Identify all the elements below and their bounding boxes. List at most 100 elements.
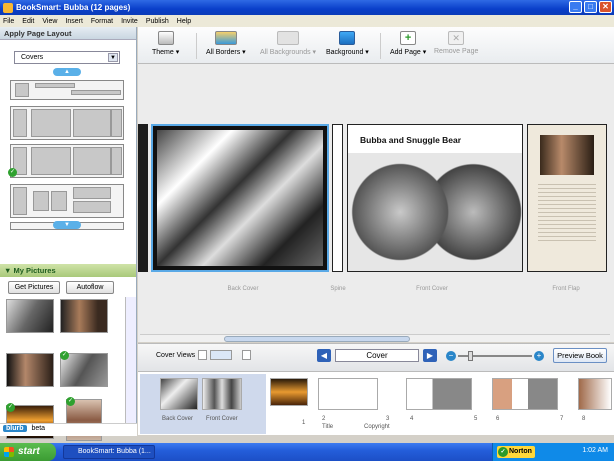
spread-view-icon[interactable] bbox=[210, 350, 232, 360]
start-button[interactable]: start bbox=[0, 443, 56, 461]
page-title-label: Title bbox=[322, 424, 334, 430]
front-flap-photo[interactable] bbox=[540, 135, 594, 175]
all-borders-label: All Borders ▾ bbox=[206, 49, 246, 56]
borders-icon bbox=[214, 31, 237, 45]
menu-edit[interactable]: Edit bbox=[22, 18, 34, 25]
menu-file[interactable]: File bbox=[3, 18, 14, 25]
page-filmstrip: Back Cover Front Cover 1 2 Title 3 Copyr… bbox=[138, 371, 614, 435]
clock: 1:02 AM bbox=[582, 447, 608, 454]
all-backgrounds-button[interactable]: All Backgrounds ▾ bbox=[260, 31, 316, 56]
menu-invite[interactable]: Invite bbox=[121, 18, 138, 25]
menu-format[interactable]: Format bbox=[91, 18, 113, 25]
check-icon: ✓ bbox=[66, 397, 75, 406]
front-cover[interactable]: Bubba and Snuggle Bear bbox=[347, 124, 523, 272]
back-cover[interactable] bbox=[151, 124, 329, 272]
maximize-button[interactable]: □ bbox=[584, 1, 597, 13]
backgrounds-icon bbox=[277, 31, 300, 45]
previous-page-button[interactable]: ◀ bbox=[317, 349, 331, 362]
layout-select[interactable]: Covers ▼ bbox=[14, 51, 120, 64]
single-view-icon[interactable] bbox=[198, 350, 207, 360]
page-number: 6 bbox=[496, 416, 500, 422]
preview-book-button[interactable]: Preview Book bbox=[553, 348, 607, 363]
zoom-slider-knob[interactable] bbox=[468, 351, 473, 361]
norton-label: Norton bbox=[509, 448, 532, 455]
all-borders-button[interactable]: All Borders ▾ bbox=[206, 31, 246, 56]
page-thumbnail-4-5[interactable] bbox=[406, 378, 472, 410]
add-page-button[interactable]: + Add Page ▾ bbox=[390, 31, 426, 56]
canvas-horizontal-scrollbar[interactable] bbox=[140, 334, 610, 342]
layouts-scroll-down-button[interactable]: ▼ bbox=[53, 221, 81, 229]
front-flap[interactable] bbox=[527, 124, 607, 272]
page-number: 8 bbox=[582, 416, 586, 422]
book-title[interactable]: Bubba and Snuggle Bear bbox=[360, 135, 461, 145]
page-number: 5 bbox=[474, 416, 478, 422]
add-page-label: Add Page ▾ bbox=[390, 49, 427, 56]
current-page-field[interactable]: Cover bbox=[335, 349, 419, 362]
taskbar-item-booksmart[interactable]: BookSmart: Bubba (1... bbox=[63, 445, 155, 459]
menu-publish[interactable]: Publish bbox=[146, 18, 169, 25]
menu-insert[interactable]: Insert bbox=[65, 18, 83, 25]
close-button[interactable]: ✕ bbox=[599, 1, 612, 13]
remove-page-icon: ✕ bbox=[448, 31, 465, 45]
theme-button[interactable]: Theme ▾ bbox=[152, 31, 179, 56]
toolbar: Theme ▾ All Borders ▾ All Backgrounds ▾ … bbox=[138, 27, 614, 64]
picture-thumbnail[interactable] bbox=[6, 299, 54, 333]
front-flap-caption: Front Flap bbox=[552, 286, 580, 292]
layout-option[interactable] bbox=[10, 184, 124, 218]
blurb-logo: blurb bbox=[3, 425, 27, 432]
menu-help[interactable]: Help bbox=[177, 18, 191, 25]
my-pictures-label: My Pictures bbox=[13, 266, 56, 275]
check-icon: ✓ bbox=[8, 168, 17, 177]
page-thumbnail-8[interactable] bbox=[578, 378, 612, 410]
spine[interactable] bbox=[332, 124, 343, 272]
page-thumbnail-1[interactable] bbox=[270, 378, 308, 406]
title-bar: BookSmart: Bubba (12 pages) _ □ ✕ bbox=[0, 0, 614, 15]
get-pictures-button[interactable]: Get Pictures bbox=[8, 281, 60, 294]
background-button[interactable]: Background ▾ bbox=[326, 31, 369, 56]
layout-option[interactable] bbox=[10, 106, 124, 140]
front-cover-caption: Front Cover bbox=[416, 286, 448, 292]
layout-grid: ✓ bbox=[8, 80, 124, 230]
remove-page-button[interactable]: ✕ Remove Page bbox=[434, 31, 478, 55]
all-backgrounds-label: All Backgrounds ▾ bbox=[260, 49, 317, 56]
background-icon bbox=[339, 31, 356, 45]
page-copyright-label: Copyright bbox=[364, 424, 390, 430]
grid-view-icon[interactable] bbox=[242, 350, 251, 360]
page-number: 4 bbox=[410, 416, 414, 422]
picture-thumbnail[interactable] bbox=[60, 299, 108, 333]
back-cover-caption: Back Cover bbox=[227, 286, 259, 292]
zoom-out-icon[interactable]: − bbox=[446, 351, 456, 361]
front-flap-text bbox=[538, 181, 596, 241]
navigation-strip: Cover Views ◀ Cover ▶ − + Preview Book bbox=[138, 343, 614, 371]
zoom-slider[interactable] bbox=[458, 351, 532, 361]
minimize-button[interactable]: _ bbox=[569, 1, 582, 13]
apply-page-layout-header: Apply Page Layout bbox=[0, 27, 136, 40]
pictures-scrollbar[interactable] bbox=[125, 297, 136, 423]
layout-option-selected[interactable] bbox=[10, 144, 124, 178]
page-thumbnail-2-3[interactable] bbox=[318, 378, 378, 410]
norton-tray-item[interactable]: ✓ Norton bbox=[497, 446, 535, 458]
picture-thumbnail[interactable] bbox=[6, 353, 54, 387]
windows-logo-icon bbox=[4, 447, 14, 457]
menu-view[interactable]: View bbox=[42, 18, 57, 25]
left-panel: Apply Page Layout Covers ▼ ▲ ✓ ▼ ▼ My Pi… bbox=[0, 27, 137, 441]
layouts-scroll-up-button[interactable]: ▲ bbox=[53, 68, 81, 76]
back-cover-photo[interactable] bbox=[157, 130, 323, 266]
theme-label: Theme ▾ bbox=[152, 49, 180, 56]
chevron-down-icon: ▼ bbox=[108, 53, 118, 62]
filmstrip-back-cover-label: Back Cover bbox=[162, 416, 194, 422]
zoom-in-icon[interactable]: + bbox=[534, 351, 544, 361]
scrollbar-thumb[interactable] bbox=[224, 336, 410, 342]
page-thumbnail-6-7[interactable] bbox=[492, 378, 558, 410]
next-page-button[interactable]: ▶ bbox=[423, 349, 437, 362]
start-label: start bbox=[18, 446, 40, 457]
front-cover-photo[interactable] bbox=[348, 153, 522, 271]
blurb-branding: blurb beta bbox=[0, 423, 137, 436]
taskbar: start BookSmart: Bubba (1... ✓ Norton 1:… bbox=[0, 443, 614, 461]
layout-option[interactable] bbox=[10, 80, 124, 100]
autoflow-button[interactable]: Autoflow bbox=[66, 281, 114, 294]
front-cover-thumbnail[interactable] bbox=[202, 378, 242, 410]
page-number: 1 bbox=[302, 420, 306, 426]
my-pictures-header[interactable]: ▼ My Pictures bbox=[0, 264, 136, 277]
back-cover-thumbnail[interactable] bbox=[160, 378, 198, 410]
